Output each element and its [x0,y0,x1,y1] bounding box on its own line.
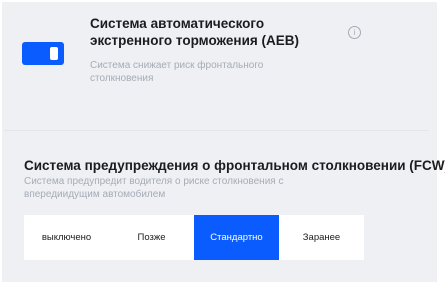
aeb-description: Система снижает риск фронтального столкн… [90,60,264,84]
toggle-knob [50,47,58,60]
fcw-description: Система предупредит водителя о риске сто… [24,176,284,200]
aeb-toggle-switch[interactable] [22,42,64,65]
settings-panel: Система автоматического экстренного торм… [2,2,445,282]
section-divider [4,130,429,131]
info-icon[interactable]: i [348,26,361,39]
fcw-option-off[interactable]: выключено [24,215,109,260]
fcw-title: Система предупреждения о фронтальном сто… [24,158,445,173]
fcw-sensitivity-selector: выключено Позже Стандартно Заранее [24,215,364,260]
aeb-title: Система автоматического экстренного торм… [90,16,300,48]
fcw-option-early[interactable]: Заранее [279,215,364,260]
fcw-option-late[interactable]: Позже [109,215,194,260]
fcw-option-standard[interactable]: Стандартно [194,215,279,260]
